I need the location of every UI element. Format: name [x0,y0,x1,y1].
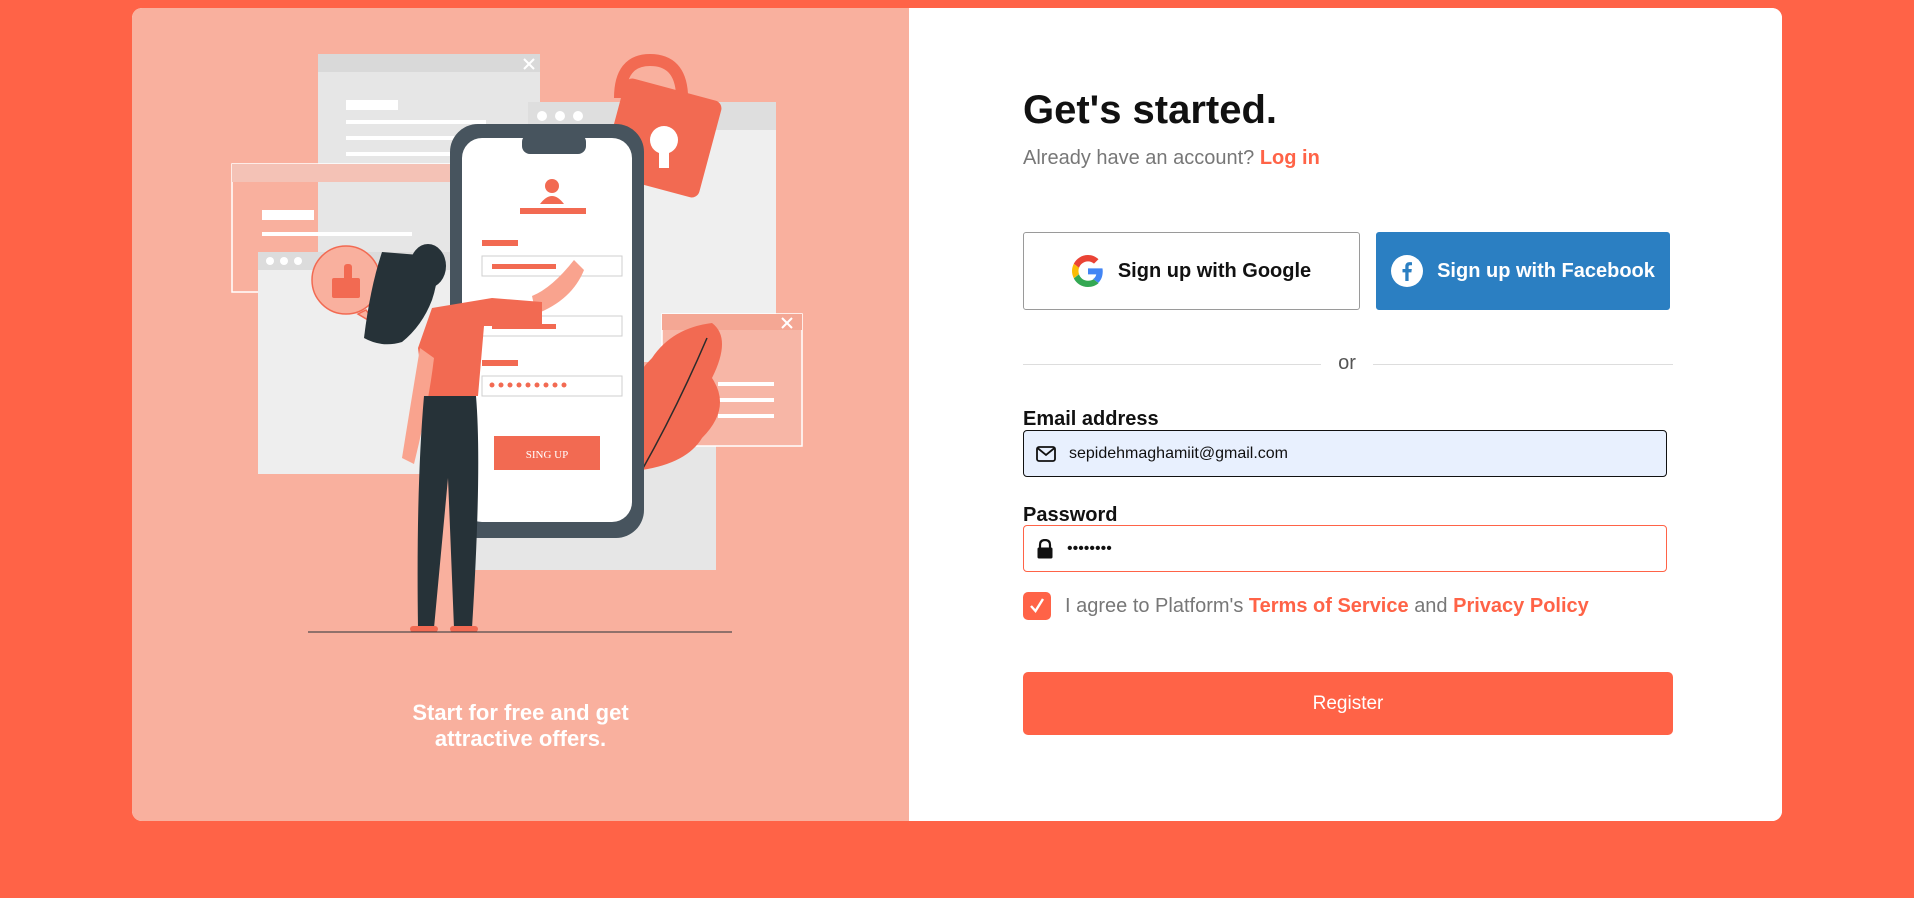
tagline: Start for free and get attractive offers… [132,700,909,752]
tagline-line-1: Start for free and get [412,700,629,725]
agree-and: and [1414,594,1448,617]
email-label: Email address [1023,408,1159,430]
facebook-signup-label: Sign up with Facebook [1437,259,1655,282]
agree-prefix: I agree to Platform's [1065,594,1244,617]
checkmark-icon [1030,598,1045,613]
divider-text: or [1338,352,1356,374]
terms-link[interactable]: Terms of Service [1249,595,1409,617]
facebook-signup-button[interactable]: Sign up with Facebook [1376,232,1670,310]
password-field[interactable] [1023,525,1667,572]
signup-card: SING UP Start for free and get attractiv… [132,8,1782,821]
terms-agreement: I agree to Platform's Terms of Service a… [1023,592,1589,620]
signup-illustration: SING UP [231,53,803,633]
google-signup-label: Sign up with Google [1117,259,1312,282]
login-prompt: Already have an account? Log in [1023,147,1320,170]
google-signup-button[interactable]: Sign up with Google [1023,232,1360,310]
lock-icon [1037,538,1053,558]
page-title: Get's started. [1023,88,1278,132]
agree-text: I agree to Platform's Terms of Service a… [1065,595,1589,618]
google-icon [1071,255,1103,287]
agree-checkbox[interactable] [1023,592,1051,620]
password-label: Password [1023,504,1118,526]
login-prompt-text: Already have an account? [1023,147,1255,169]
login-link[interactable]: Log in [1260,147,1320,169]
password-input[interactable] [1067,539,1647,558]
tagline-line-2: attractive offers. [434,726,607,751]
or-divider: or [1023,352,1673,376]
privacy-link[interactable]: Privacy Policy [1453,595,1589,617]
email-input[interactable] [1069,444,1649,463]
divider-line-left [1023,364,1321,365]
divider-line-right [1373,364,1673,365]
illustration-panel: SING UP Start for free and get attractiv… [132,8,909,821]
email-field[interactable] [1023,430,1667,477]
phone-signup-label: SING UP [526,449,568,461]
signup-form-panel: Get's started. Already have an account? … [909,8,1782,821]
envelope-icon [1036,445,1056,462]
register-button[interactable]: Register [1023,672,1673,735]
facebook-icon [1391,255,1424,287]
